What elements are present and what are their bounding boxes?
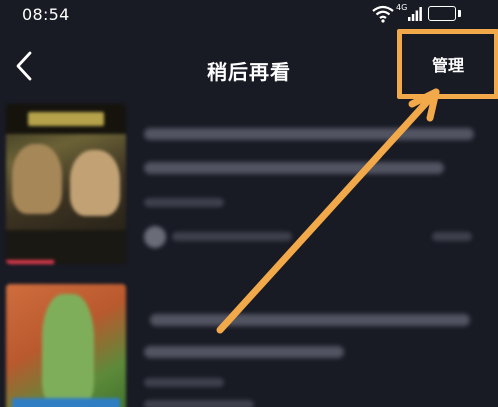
status-bar: 08:54 4G 71 (0, 0, 498, 30)
blurred-title-line (150, 314, 470, 326)
blurred-meta (144, 400, 254, 407)
signal-icon (408, 7, 422, 21)
battery-cap (458, 10, 461, 17)
network-label: 4G (396, 3, 408, 12)
manage-button[interactable]: 管理 (398, 34, 498, 94)
blurred-title-line (144, 346, 344, 358)
battery-level: 71 (435, 7, 449, 18)
status-time: 08:54 (22, 5, 70, 24)
battery-icon: 71 (428, 6, 456, 21)
blurred-meta (144, 378, 224, 387)
list-item[interactable] (0, 104, 498, 407)
wifi-icon (372, 5, 394, 23)
video-thumbnail[interactable] (6, 284, 126, 407)
